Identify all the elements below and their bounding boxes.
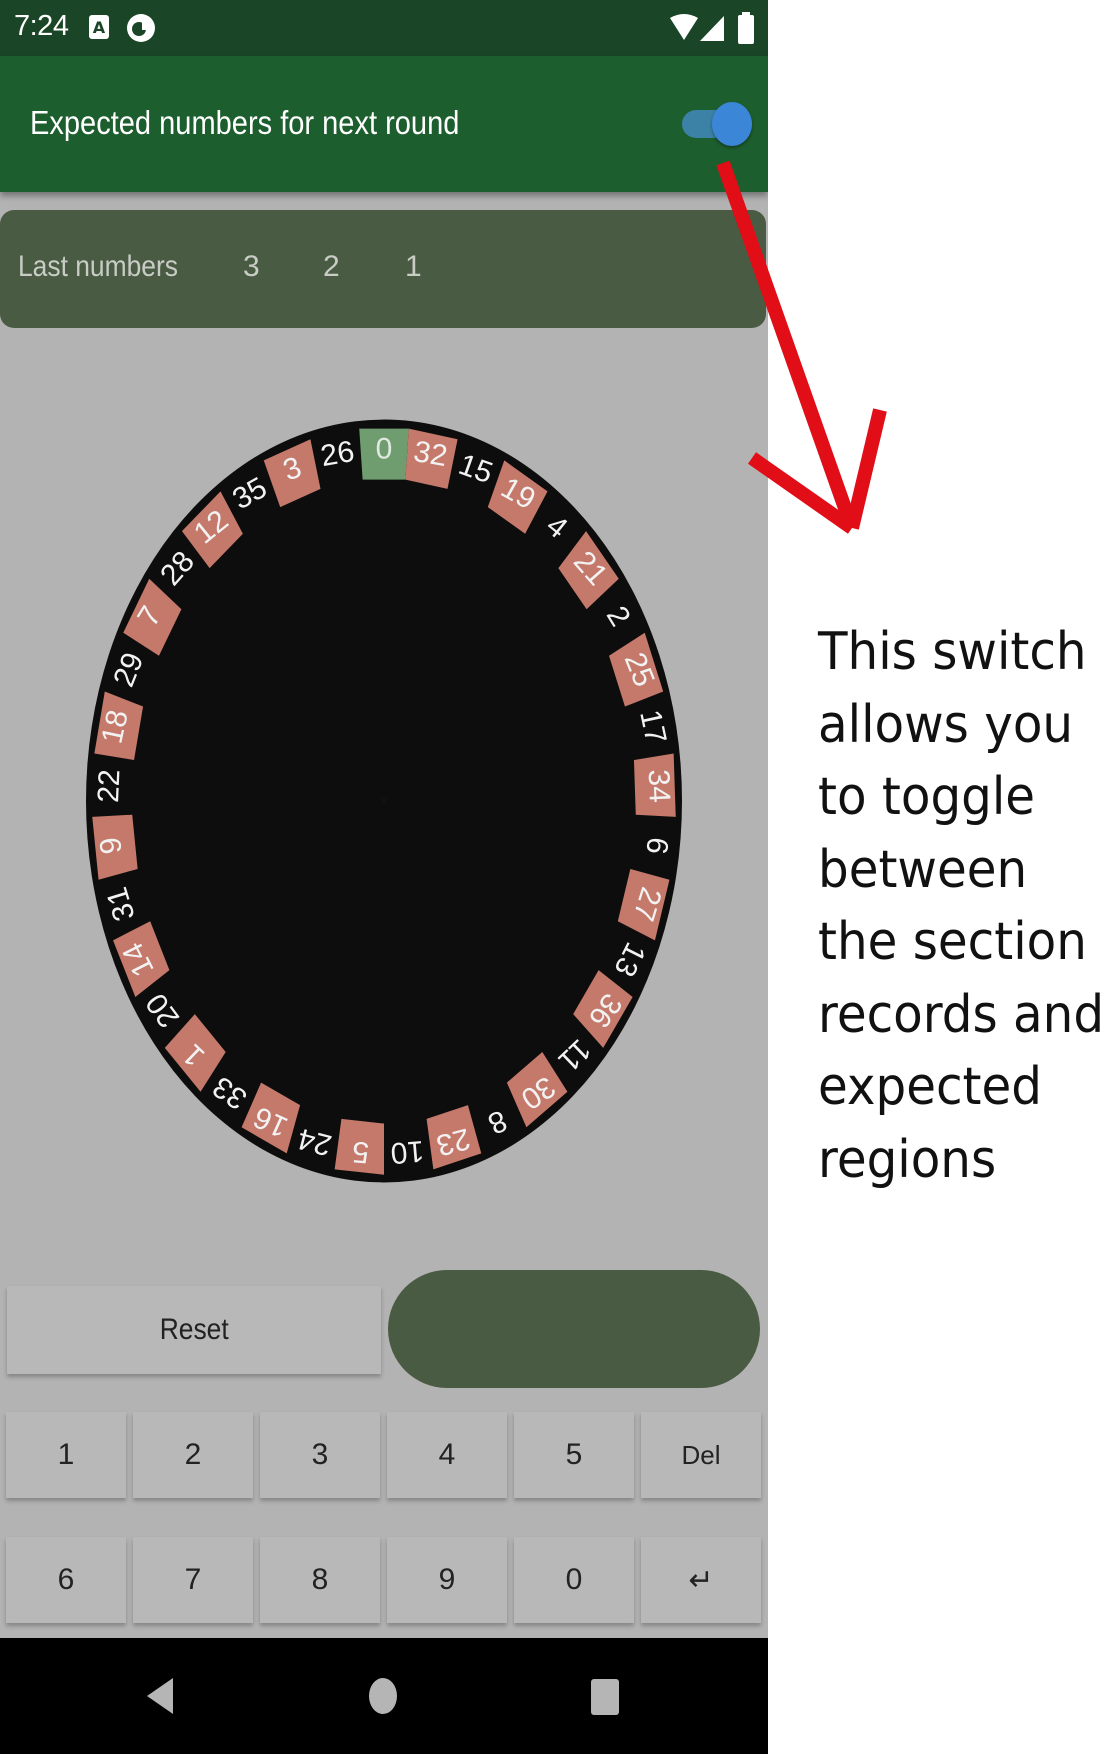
key-9[interactable]: 9: [387, 1537, 507, 1623]
key-delete[interactable]: Del: [641, 1412, 761, 1498]
wheel-number-ring: 0 32 1519421225173462713361130823105241633…: [86, 419, 682, 1183]
recents-icon[interactable]: [590, 1678, 620, 1716]
annotation-text: This switch allows you to toggle between…: [818, 616, 1105, 1196]
annotation-line: regions: [818, 1129, 997, 1190]
wheel-number: 32: [411, 435, 449, 473]
annotation-line: This switch: [818, 622, 1087, 682]
key-1[interactable]: 1: [6, 1412, 126, 1498]
wheel-number: 0: [376, 433, 393, 466]
key-7[interactable]: 7: [133, 1537, 253, 1623]
wheel-number: 10: [389, 1134, 425, 1170]
wheel-number: 22: [92, 769, 126, 804]
key-0[interactable]: 0: [514, 1537, 634, 1623]
svg-text:A: A: [93, 18, 106, 37]
wheel-center: [381, 798, 387, 804]
signal-icon: [700, 16, 724, 41]
wifi-icon: [670, 14, 698, 40]
annotation-line: between: [818, 839, 1028, 900]
toggle-thumb[interactable]: [712, 102, 752, 146]
key-enter[interactable]: ↵: [641, 1537, 761, 1623]
primary-action-button[interactable]: [388, 1270, 760, 1388]
key-2[interactable]: 2: [133, 1412, 253, 1498]
app-bar: Expected numbers for next round: [0, 56, 768, 192]
last-numbers-panel: Last numbers 3 2 1: [0, 210, 766, 328]
annotation-line: records and: [818, 984, 1105, 1045]
annotation-line: allows you: [818, 694, 1074, 755]
key-4[interactable]: 4: [387, 1412, 507, 1498]
home-icon[interactable]: [368, 1676, 398, 1716]
key-3[interactable]: 3: [260, 1412, 380, 1498]
status-bar: 7:24 A: [0, 0, 768, 56]
a-notification-icon: A: [89, 15, 109, 39]
status-time: 7:24: [14, 10, 69, 42]
annotation-line: expected: [818, 1057, 1042, 1117]
wheel-number: 26: [318, 435, 356, 473]
phone-screen: 7:24 A Expected numbers for next round L…: [0, 0, 768, 1754]
wheel-number: 34: [642, 769, 676, 804]
back-icon[interactable]: [145, 1676, 175, 1716]
roulette-wheel: 0 32 1519421225173462713361130823105241633…: [86, 419, 682, 1183]
last-number-1: 3: [243, 250, 260, 283]
wheel-number: 5: [351, 1135, 370, 1169]
annotation-line: the section: [818, 912, 1087, 972]
app-title: Expected numbers for next round: [30, 104, 460, 141]
key-6[interactable]: 6: [6, 1537, 126, 1623]
navigation-bar: [0, 1638, 768, 1754]
wheel-number: 18: [96, 707, 135, 747]
last-number-2: 2: [323, 250, 340, 283]
reset-button[interactable]: Reset: [7, 1286, 381, 1374]
circle-app-icon: [127, 14, 155, 42]
key-5[interactable]: 5: [514, 1412, 634, 1498]
last-numbers-label: Last numbers: [18, 250, 178, 283]
last-number-3: 1: [405, 250, 422, 283]
annotation-line: to toggle: [818, 767, 1036, 827]
wheel-number: 17: [633, 707, 672, 747]
battery-icon: [738, 12, 754, 44]
key-8[interactable]: 8: [260, 1537, 380, 1623]
reset-button-label: Reset: [159, 1313, 229, 1346]
